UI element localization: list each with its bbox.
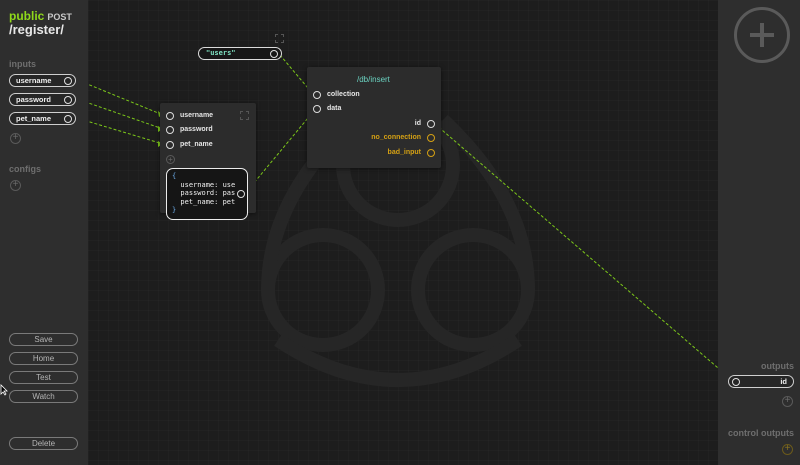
input-port-icon[interactable]	[313, 91, 321, 99]
code-line: username: use	[172, 180, 236, 189]
route-path[interactable]: /register/	[9, 22, 64, 37]
outputs-heading: outputs	[761, 361, 794, 371]
output-id[interactable]: id	[728, 375, 794, 388]
input-label: password	[16, 95, 52, 104]
input-username[interactable]: username	[9, 74, 76, 87]
test-button[interactable]: Test	[9, 371, 78, 384]
port-label-username: username	[180, 112, 214, 119]
method-label[interactable]: POST	[47, 12, 72, 22]
output-port-icon[interactable]	[64, 76, 72, 85]
code-line: pet_name: pet	[172, 197, 236, 206]
code-lines: { username: use password: pas pet_name: …	[172, 172, 235, 215]
input-port-icon[interactable]	[732, 377, 740, 386]
input-port-icon[interactable]	[166, 126, 174, 134]
object-code-editor[interactable]: { username: use password: pas pet_name: …	[166, 168, 248, 220]
save-button[interactable]: Save	[9, 333, 78, 346]
resize-handle-icon[interactable]	[275, 34, 284, 43]
port-label-collection: collection	[327, 91, 360, 98]
output-port-icon[interactable]	[427, 134, 435, 142]
port-label-pet-name: pet_name	[180, 141, 213, 148]
code-line: }	[172, 206, 177, 214]
add-control-output-button[interactable]: +	[782, 444, 793, 455]
inputs-heading: inputs	[9, 59, 36, 69]
node-title: /db/insert	[357, 75, 390, 84]
output-port-icon[interactable]	[270, 49, 278, 58]
db-insert-node[interactable]: /db/insert collection data id no_connect…	[307, 67, 441, 168]
watch-button[interactable]: Watch	[9, 390, 78, 403]
configs-heading: configs	[9, 164, 42, 174]
add-node-button[interactable]	[734, 7, 790, 63]
left-sidebar: public POST /register/ inputs username pa…	[0, 0, 88, 465]
string-node-users[interactable]: "users"	[198, 47, 282, 60]
control-outputs-heading: control outputs	[728, 428, 794, 438]
code-line: password: pas	[172, 189, 236, 197]
plus-icon	[760, 23, 764, 47]
add-port-button[interactable]: +	[166, 155, 175, 164]
string-value: "users"	[206, 49, 236, 57]
add-output-button[interactable]: +	[782, 396, 793, 407]
port-label-no-connection: no_connection	[371, 134, 421, 141]
code-line: {	[172, 172, 177, 180]
port-label-id: id	[414, 120, 421, 127]
input-label: username	[16, 76, 52, 85]
add-config-button[interactable]: +	[10, 180, 21, 191]
input-port-icon[interactable]	[313, 105, 321, 113]
access-label[interactable]: public	[9, 9, 44, 23]
input-pet-name[interactable]: pet_name	[9, 112, 76, 125]
mouse-cursor-icon	[0, 384, 8, 396]
port-label-password: password	[180, 126, 213, 133]
output-port-icon[interactable]	[237, 190, 245, 198]
input-label: pet_name	[16, 114, 52, 123]
output-port-icon[interactable]	[64, 114, 72, 123]
input-password[interactable]: password	[9, 93, 76, 106]
output-port-icon[interactable]	[64, 95, 72, 104]
right-sidebar: outputs id + control outputs +	[718, 0, 800, 465]
add-input-button[interactable]: +	[10, 133, 21, 144]
delete-button[interactable]: Delete	[9, 437, 78, 450]
output-port-icon[interactable]	[427, 120, 435, 128]
home-button[interactable]: Home	[9, 352, 78, 365]
port-label-data: data	[327, 105, 342, 112]
port-label-bad-input: bad_input	[387, 149, 421, 156]
output-port-icon[interactable]	[427, 149, 435, 157]
input-port-icon[interactable]	[166, 141, 174, 149]
resize-handle-icon[interactable]	[240, 111, 249, 120]
input-port-icon[interactable]	[166, 112, 174, 120]
output-label: id	[780, 377, 787, 386]
